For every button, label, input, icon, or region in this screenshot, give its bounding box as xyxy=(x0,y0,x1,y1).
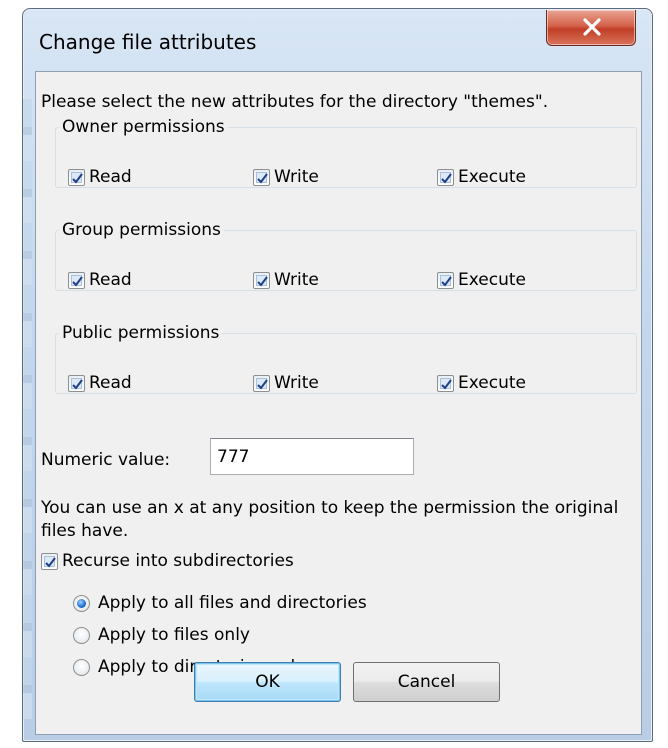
window-title: Change file attributes xyxy=(39,30,257,54)
owner-execute-label: Execute xyxy=(458,167,526,187)
close-button[interactable] xyxy=(546,10,636,46)
public-write-label: Write xyxy=(274,373,319,393)
checkbox-box[interactable] xyxy=(68,374,85,392)
owner-write-label: Write xyxy=(274,167,319,187)
radio-apply-all[interactable]: Apply to all files and directories xyxy=(73,593,367,613)
checkbox-box[interactable] xyxy=(437,271,454,289)
checkbox-box[interactable] xyxy=(41,552,58,570)
dialog-body: Please select the new attributes for the… xyxy=(35,71,642,735)
dialog-window: Change file attributes Please select the… xyxy=(22,8,653,742)
owner-write-checkbox[interactable]: Write xyxy=(253,167,319,187)
public-execute-label: Execute xyxy=(458,373,526,393)
radio-button[interactable] xyxy=(73,626,90,644)
checkbox-box[interactable] xyxy=(68,168,85,186)
hint-text: You can use an x at any position to keep… xyxy=(41,498,619,541)
radio-apply-files[interactable]: Apply to files only xyxy=(73,625,250,645)
radio-apply-files-label: Apply to files only xyxy=(98,625,250,645)
radio-apply-all-label: Apply to all files and directories xyxy=(98,593,367,613)
numeric-value-label: Numeric value: xyxy=(41,450,171,470)
checkmark-icon xyxy=(441,172,452,184)
checkbox-box[interactable] xyxy=(253,271,270,289)
checkbox-box[interactable] xyxy=(68,271,85,289)
public-write-checkbox[interactable]: Write xyxy=(253,373,319,393)
owner-read-checkbox[interactable]: Read xyxy=(68,167,132,187)
checkbox-box[interactable] xyxy=(437,168,454,186)
group-read-label: Read xyxy=(89,270,132,290)
recurse-label: Recurse into subdirectories xyxy=(62,551,294,571)
owner-permissions-group: Owner permissions Read Write Execute xyxy=(55,117,637,188)
checkbox-box[interactable] xyxy=(253,374,270,392)
public-permissions-group: Public permissions Read Write Execute xyxy=(55,323,637,394)
close-icon xyxy=(583,18,601,36)
group-read-checkbox[interactable]: Read xyxy=(68,270,132,290)
recurse-checkbox[interactable]: Recurse into subdirectories xyxy=(41,551,294,571)
owner-execute-checkbox[interactable]: Execute xyxy=(437,167,526,187)
checkmark-icon xyxy=(257,172,268,184)
radio-button-selected[interactable] xyxy=(73,594,90,612)
public-read-label: Read xyxy=(89,373,132,393)
ok-button[interactable]: OK xyxy=(194,662,341,702)
public-read-checkbox[interactable]: Read xyxy=(68,373,132,393)
group-permissions-group: Group permissions Read Write Execute xyxy=(55,220,637,291)
checkbox-box[interactable] xyxy=(253,168,270,186)
radio-button[interactable] xyxy=(73,658,90,676)
checkmark-icon xyxy=(441,275,452,287)
checkmark-icon xyxy=(45,556,56,568)
group-permissions-title: Group permissions xyxy=(62,220,221,240)
checkmark-icon xyxy=(72,172,83,184)
public-execute-checkbox[interactable]: Execute xyxy=(437,373,526,393)
group-execute-checkbox[interactable]: Execute xyxy=(437,270,526,290)
owner-read-label: Read xyxy=(89,167,132,187)
title-bar[interactable]: Change file attributes xyxy=(23,9,652,67)
checkmark-icon xyxy=(257,378,268,390)
public-permissions-title: Public permissions xyxy=(62,323,220,343)
cancel-button[interactable]: Cancel xyxy=(353,662,500,702)
checkmark-icon xyxy=(257,275,268,287)
group-write-label: Write xyxy=(274,270,319,290)
group-write-checkbox[interactable]: Write xyxy=(253,270,319,290)
numeric-value-input[interactable] xyxy=(210,438,414,475)
owner-permissions-title: Owner permissions xyxy=(62,117,225,137)
group-execute-label: Execute xyxy=(458,270,526,290)
intro-text: Please select the new attributes for the… xyxy=(41,92,549,112)
checkbox-box[interactable] xyxy=(437,374,454,392)
checkmark-icon xyxy=(72,378,83,390)
checkmark-icon xyxy=(72,275,83,287)
checkmark-icon xyxy=(441,378,452,390)
